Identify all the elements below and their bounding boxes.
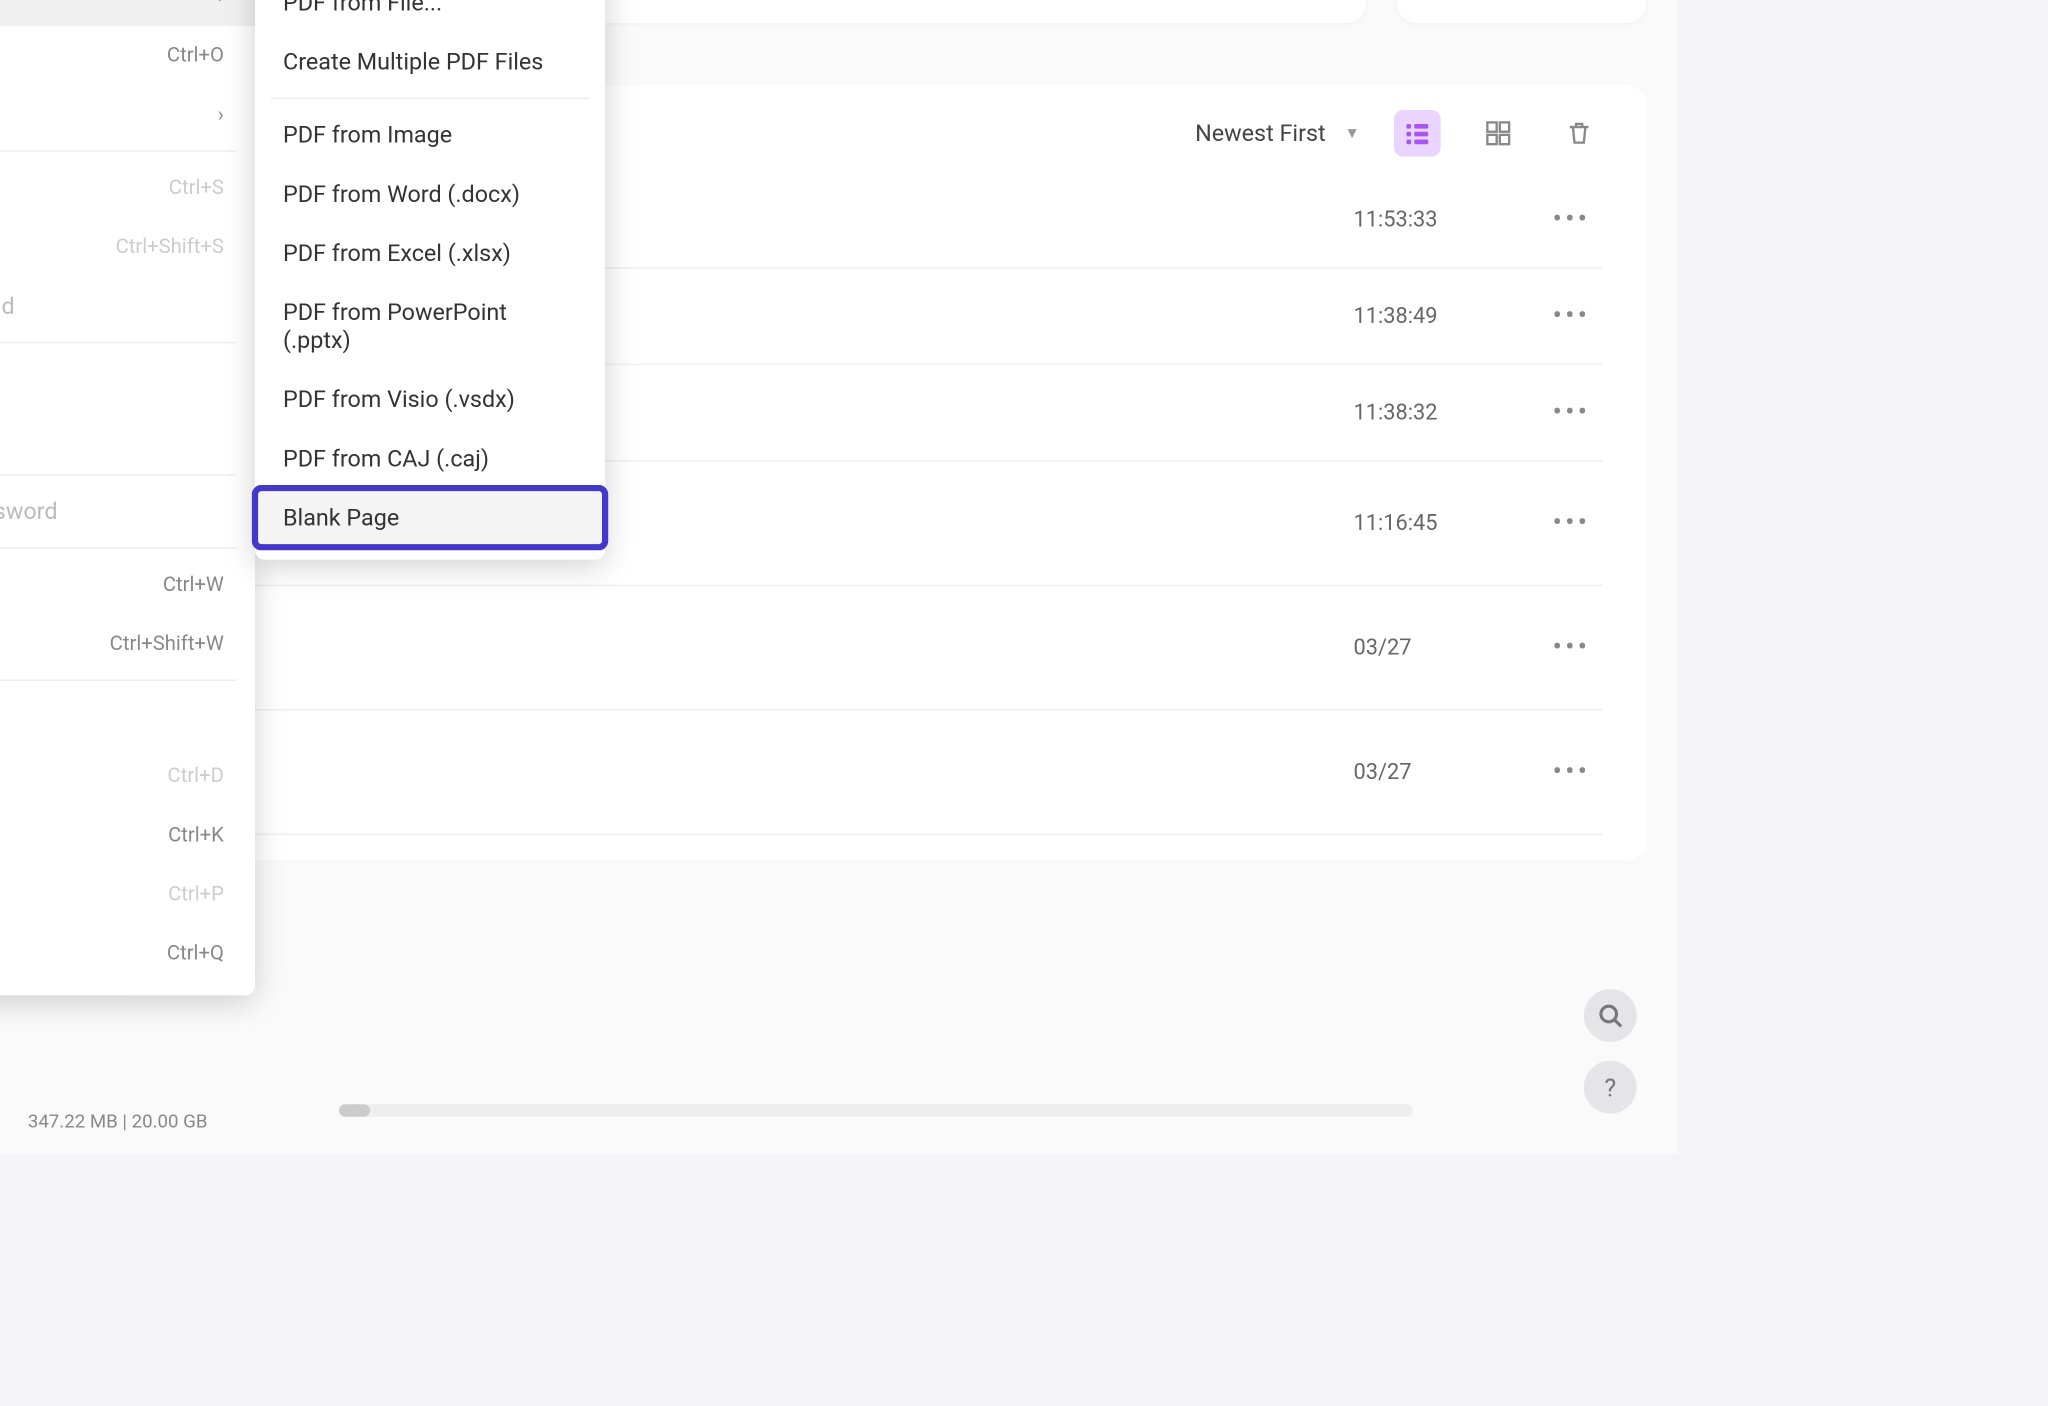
submenu-item[interactable]: PDF from PowerPoint (.pptx) (255, 283, 605, 370)
delete-button[interactable] (1556, 110, 1603, 157)
menu-item[interactable]: Close WindowCtrl+Shift+W (0, 614, 255, 673)
grid-view-button[interactable] (1475, 110, 1522, 157)
submenu-item[interactable]: PDF from Image (255, 105, 605, 164)
more-icon[interactable]: ••• (1540, 300, 1602, 333)
file-time: 03/27 (1354, 760, 1541, 785)
menu-item[interactable]: Preferences...Ctrl+K (0, 805, 255, 864)
triangle-down-icon: ▼ (1344, 125, 1359, 142)
shortcut: Ctrl+K (168, 823, 224, 846)
separator (0, 474, 236, 476)
shortcut: Ctrl+Q (167, 942, 224, 965)
shortcut: Ctrl+Shift+W (110, 632, 224, 655)
menu-item: SaveCtrl+S (0, 158, 255, 217)
menu-item: Protect Using Password (0, 482, 255, 541)
separator (0, 150, 236, 152)
submenu-item[interactable]: PDF from Visio (.vsdx) (255, 370, 605, 429)
file-time: 11:16:45 (1354, 511, 1541, 536)
shortcut: Ctrl+S (169, 176, 224, 199)
more-icon[interactable]: ••• (1540, 756, 1602, 789)
file-row[interactable]: 312/1 | 163.65 KB03/27••• (56, 711, 1603, 835)
file-time: 03/27 (1354, 635, 1541, 660)
file-menu-dropdown: New TabCtrl+TNew WindowCtrl+NCreate›Open… (0, 0, 255, 995)
more-icon[interactable]: ••• (1540, 396, 1602, 429)
menu-label: Protect Using Password (0, 497, 58, 525)
more-icon[interactable]: ••• (1540, 507, 1602, 540)
menu-item: Save to UPDF Cloud (0, 276, 255, 335)
shortcut: Ctrl+Shift+S (116, 235, 224, 258)
shortcut: Ctrl+W (163, 573, 224, 596)
file-time: 11:38:32 (1354, 400, 1541, 425)
separator (0, 679, 236, 681)
shortcut: Ctrl+O (167, 44, 224, 67)
menu-item[interactable]: Close TabCtrl+W (0, 555, 255, 614)
help-button[interactable]: ? (1584, 1061, 1637, 1114)
shortcut: Ctrl+D (168, 764, 224, 787)
menu-item: Print...Ctrl+P (0, 865, 255, 924)
submenu-item[interactable]: PDF from CAJ (.caj) (255, 429, 605, 488)
submenu-item[interactable]: PDF from Excel (.xlsx) (255, 224, 605, 283)
menu-item: Save as Other (0, 350, 255, 409)
create-submenu: PDF from File...Create Multiple PDF File… (255, 0, 605, 560)
file-time: 11:53:33 (1354, 207, 1541, 232)
more-icon[interactable]: ••• (1540, 631, 1602, 664)
list-view-button[interactable] (1394, 110, 1441, 157)
more-icon[interactable]: ••• (1540, 203, 1602, 236)
submenu-item[interactable]: PDF from Word (.docx) (255, 164, 605, 223)
file-row[interactable]: 72/1 | 164.25 KB03/27••• (56, 586, 1603, 710)
menu-item[interactable]: Quit UPDFCtrl+Q (0, 924, 255, 983)
separator (0, 342, 236, 344)
menu-item: Show in Folder (0, 687, 255, 746)
menu-label: Save to UPDF Cloud (0, 292, 15, 320)
submenu-item[interactable]: PDF from File... (255, 0, 605, 32)
menu-item: Save As...Ctrl+Shift+S (0, 217, 255, 276)
chevron-right-icon: › (218, 103, 224, 126)
horizontal-scrollbar[interactable] (339, 1104, 1413, 1116)
storage-indicator: 347.22 MB | 20.00 GB (28, 1110, 208, 1132)
batch-card[interactable]: Batch (1397, 0, 1646, 23)
submenu-item[interactable]: Blank Page (255, 488, 605, 547)
separator (0, 547, 236, 549)
chevron-right-icon: › (218, 0, 224, 8)
separator (271, 98, 590, 100)
shortcut: Ctrl+P (168, 883, 224, 906)
file-time: 11:38:49 (1354, 304, 1541, 329)
menu-item[interactable]: Open...Ctrl+O (0, 26, 255, 85)
sort-dropdown[interactable]: Newest First ▼ (1195, 119, 1360, 147)
search-button[interactable] (1584, 989, 1637, 1042)
menu-item[interactable]: Open Recent› (0, 85, 255, 144)
menu-item: Export To (0, 409, 255, 468)
menu-item[interactable]: Create› (0, 0, 255, 26)
menu-item: Properties...Ctrl+D (0, 746, 255, 805)
submenu-item[interactable]: Create Multiple PDF Files (255, 32, 605, 91)
